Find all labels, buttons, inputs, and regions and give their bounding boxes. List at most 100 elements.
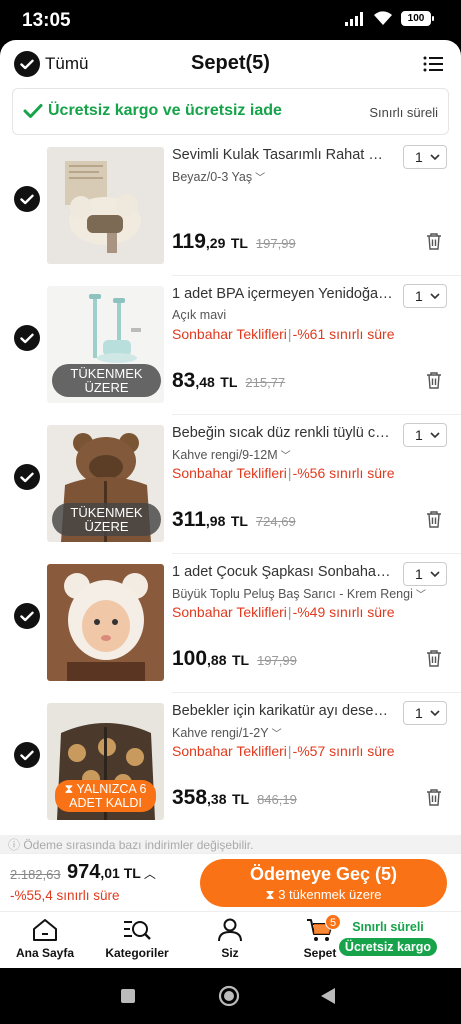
item-variant[interactable]: Beyaz/0-3 Yaş ﹀ (172, 169, 265, 184)
product-image[interactable]: TÜKENMEK ÜZERE (47, 286, 164, 403)
variant-label: Beyaz/0-3 Yaş (172, 170, 253, 184)
product-image[interactable]: ⧗ YALNIZCA 6 ADET KALDI (47, 703, 164, 820)
item-title[interactable]: Bebeğin sıcak düz renkli tüylü ceket... (172, 425, 394, 441)
price-dec: ,98 (205, 513, 226, 529)
offer-detail: -%57 sınırlı süre (292, 743, 395, 759)
offer-separator: | (287, 465, 292, 481)
item-price: 100,88 TL 197,99 (172, 647, 297, 671)
trash-icon[interactable] (426, 649, 442, 667)
item-checkbox[interactable] (14, 464, 40, 490)
item-variant[interactable]: Kahve rengi/9-12M ﹀ (172, 447, 291, 462)
variant-label: Kahve rengi/1-2Y (172, 726, 269, 740)
cart-item: 1 adet Çocuk Şapkası Sonbahar ve Kış... … (0, 554, 461, 693)
chevron-down-icon: ﹀ (415, 590, 426, 601)
cart-item: ⧗ YALNIZCA 6 ADET KALDI Bebekler için ka… (0, 693, 461, 832)
item-variant[interactable]: Açık mavi (172, 308, 226, 322)
price-int: 358 (172, 786, 208, 809)
old-price: 215,77 (245, 375, 286, 390)
price-dec: ,88 (207, 652, 227, 668)
home-icon (33, 919, 57, 941)
quantity-value: 1 (415, 566, 423, 582)
user-icon (218, 918, 242, 942)
chevron-down-icon: ﹀ (280, 451, 291, 462)
old-total: 2.182,63 (10, 867, 61, 882)
item-variant[interactable]: Büyük Toplu Peluş Baş Sarıcı - Krem Reng… (172, 586, 426, 601)
checkmark-icon (20, 750, 34, 760)
total-price[interactable]: 974,01 TL ︿ (67, 861, 156, 884)
quantity-value: 1 (415, 149, 423, 165)
shipping-limited-label: Sınırlı süreli (352, 920, 424, 934)
chevron-down-icon (430, 710, 440, 717)
item-price: 358,38 TL 846,19 (172, 786, 297, 810)
product-image[interactable] (47, 147, 164, 264)
quantity-value: 1 (415, 427, 423, 443)
low-stock-label: YALNIZCA 6 ADET KALDI (69, 782, 147, 810)
item-variant[interactable]: Kahve rengi/1-2Y ﹀ (172, 725, 282, 740)
price-int: 119 (172, 230, 206, 253)
price-currency: TL (220, 374, 238, 390)
chevron-down-icon: ﹀ (271, 729, 282, 740)
list-menu-icon[interactable] (423, 55, 443, 73)
item-checkbox[interactable] (14, 325, 40, 351)
promo-text: Ücretsiz kargo ve ücretsiz iade (48, 102, 282, 119)
checkout-bar: 2.182,63 974,01 TL ︿ -%55,4 sınırlı süre … (0, 853, 461, 911)
offer-separator: | (287, 604, 292, 620)
total-int: 974 (67, 861, 101, 883)
trash-icon[interactable] (426, 371, 442, 389)
stock-badge: TÜKENMEK ÜZERE (52, 364, 161, 397)
offer-name: Sonbahar Teklifleri (172, 743, 287, 759)
checkout-hint: ⓘ Ödeme sırasında bazı indirimler değişe… (0, 835, 461, 855)
offer-separator: | (287, 743, 292, 759)
product-image[interactable]: TÜKENMEK ÜZERE (47, 425, 164, 542)
back-icon[interactable] (320, 987, 336, 1005)
item-checkbox[interactable] (14, 742, 40, 768)
checkout-button[interactable]: Ödemeye Geç (5) ⧗ 3 tükenmek üzere (200, 859, 447, 907)
offer-separator: | (287, 326, 292, 342)
status-bar: 13:05 100 (0, 0, 461, 40)
recent-apps-icon[interactable] (120, 988, 136, 1004)
trash-icon[interactable] (426, 232, 442, 250)
item-checkbox[interactable] (14, 186, 40, 212)
quantity-select[interactable]: 1 (403, 145, 447, 169)
price-int: 311 (172, 508, 206, 531)
trash-icon[interactable] (426, 510, 442, 528)
wifi-icon (374, 11, 392, 25)
bottom-tab-bar: Ana Sayfa Kategoriler Siz 5 Sepet Sınırl… (0, 911, 461, 968)
trash-icon[interactable] (426, 788, 442, 806)
offer-detail: -%56 sınırlı süre (292, 465, 395, 481)
quantity-select[interactable]: 1 (403, 284, 447, 308)
system-nav-bar (0, 968, 461, 1024)
item-title[interactable]: 1 adet Çocuk Şapkası Sonbahar ve Kış... (172, 564, 394, 580)
chevron-down-icon (430, 571, 440, 578)
tab-me[interactable]: Siz (185, 918, 275, 960)
home-button-icon[interactable] (218, 985, 240, 1007)
item-offer: Sonbahar Teklifleri|-%61 sınırlı süre (172, 326, 395, 342)
tab-home[interactable]: Ana Sayfa (0, 918, 90, 960)
tab-categories[interactable]: Kategoriler (92, 918, 182, 960)
checkmark-icon (20, 194, 34, 204)
price-dec: ,29 (205, 235, 226, 251)
checkmark-icon (20, 333, 34, 343)
shipping-free-label: Ücretsiz kargo (338, 938, 438, 956)
item-title[interactable]: Sevimli Kulak Tasarımlı Rahat Örgü... (172, 147, 394, 163)
checkmark-icon (20, 472, 34, 482)
item-title[interactable]: 1 adet BPA içermeyen Yenidoğan Bebe... (172, 286, 394, 302)
quantity-select[interactable]: 1 (403, 423, 447, 447)
item-checkbox[interactable] (14, 603, 40, 629)
product-image[interactable] (47, 564, 164, 681)
price-currency: TL (231, 791, 250, 807)
hourglass-icon: ⧗ (64, 782, 77, 796)
price-currency: TL (230, 513, 248, 529)
page-title: Sepet(5) (191, 52, 270, 74)
promo-limited-label: Sınırlı süreli (369, 105, 438, 120)
quantity-select[interactable]: 1 (403, 562, 447, 586)
price-dec: ,48 (195, 374, 215, 390)
low-stock-badge: ⧗ YALNIZCA 6 ADET KALDI (55, 780, 156, 812)
item-title[interactable]: Bebekler için karikatür ayı desenli ceke… (172, 703, 394, 719)
stock-badge: TÜKENMEK ÜZERE (52, 503, 161, 536)
offer-detail: -%61 sınırlı süre (292, 326, 395, 342)
variant-label: Kahve rengi/9-12M (172, 448, 278, 462)
quantity-select[interactable]: 1 (403, 701, 447, 725)
quantity-value: 1 (415, 288, 423, 304)
price-currency: TL (230, 235, 248, 251)
